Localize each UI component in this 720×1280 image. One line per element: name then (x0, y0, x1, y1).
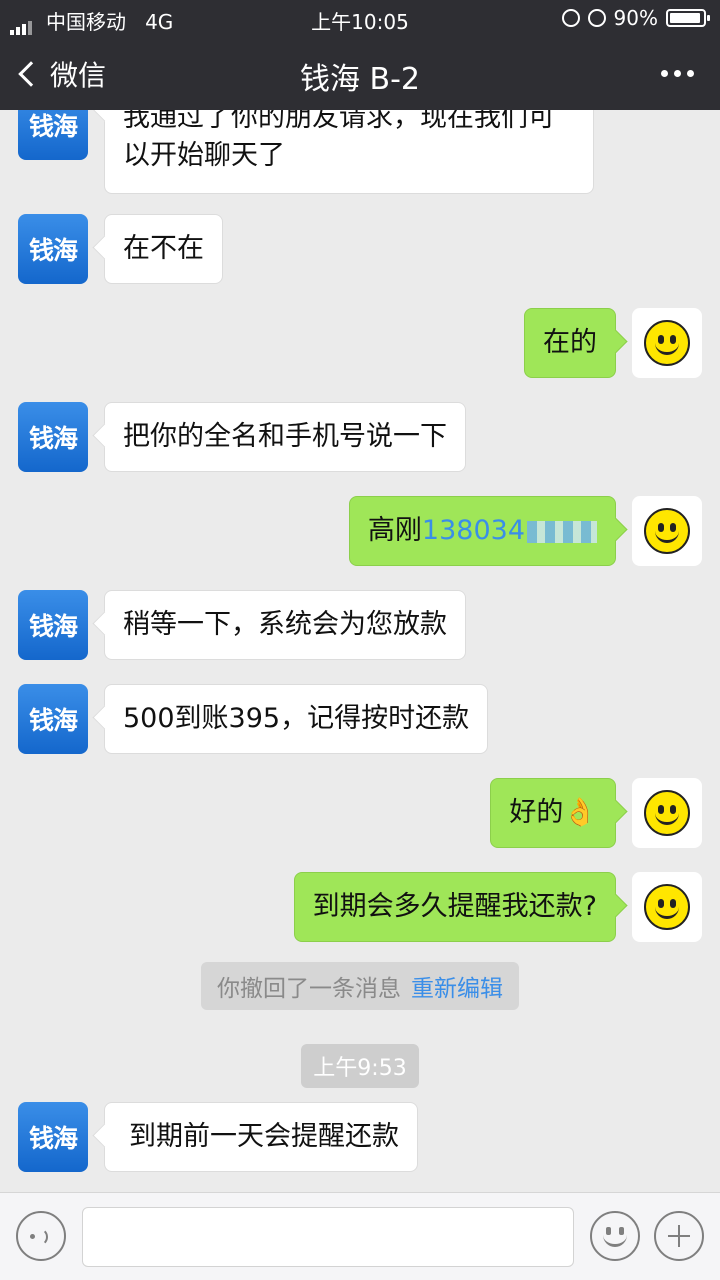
message-bubble[interactable]: 好的👌 (490, 778, 616, 848)
message-bubble[interactable]: 高刚138034 (348, 496, 616, 566)
rotation-lock-icon (561, 9, 580, 27)
smiley-face-icon (644, 508, 690, 554)
phone-link[interactable]: 138034 (422, 515, 525, 546)
chat-area[interactable]: 钱海 我通过了你的朋友请求，现在我们可以开始聊天了 钱海 在不在 在的 钱海 把… (0, 110, 720, 1192)
contact-avatar[interactable]: 钱海 (18, 590, 88, 660)
message-bubble[interactable]: 在的 (524, 308, 616, 378)
re-edit-link[interactable]: 重新编辑 (411, 976, 503, 1002)
contact-avatar[interactable]: 钱海 (18, 1102, 88, 1172)
battery-icon (666, 9, 710, 27)
my-avatar[interactable] (632, 778, 702, 848)
more-button[interactable] (661, 70, 694, 77)
voice-button[interactable] (16, 1211, 66, 1261)
nav-bar: 微信 钱海 B-2 (0, 36, 720, 110)
input-bar (0, 1192, 720, 1280)
recall-text: 你撤回了一条消息 (217, 976, 401, 1002)
contact-avatar[interactable]: 钱海 (18, 684, 88, 754)
chat-title: 钱海 B-2 (299, 62, 421, 97)
battery-percent: 90% (613, 6, 658, 30)
timestamp: 上午9:53 (0, 1044, 720, 1088)
message-bubble[interactable]: 到期会多久提醒我还款? (293, 872, 616, 942)
smiley-face-icon (644, 884, 690, 930)
alarm-icon (587, 9, 606, 27)
my-avatar[interactable] (632, 872, 702, 942)
recall-notice: 你撤回了一条消息 重新编辑 (0, 962, 720, 1010)
contact-avatar[interactable]: 钱海 (18, 110, 88, 160)
message-bubble[interactable]: 在不在 (104, 214, 223, 284)
status-bar: 中国移动 4G 上午10:05 90% (0, 0, 720, 36)
smiley-face-icon (644, 320, 690, 366)
sender-name: 高刚 (367, 515, 422, 546)
add-button[interactable] (654, 1211, 704, 1261)
redacted-block (527, 520, 597, 543)
smiley-face-icon (644, 790, 690, 836)
emoji-button[interactable] (590, 1211, 640, 1261)
contact-avatar[interactable]: 钱海 (18, 402, 88, 472)
message-bubble[interactable]: 500到账395，记得按时还款 (104, 684, 489, 754)
message-bubble[interactable]: 把你的全名和手机号说一下 (104, 402, 466, 472)
contact-avatar[interactable]: 钱海 (18, 214, 88, 284)
message-input[interactable] (82, 1207, 574, 1267)
message-bubble[interactable]: 稍等一下，系统会为您放款 (104, 590, 466, 660)
more-dots-icon (661, 70, 668, 77)
message-bubble[interactable]: 我通过了你的朋友请求，现在我们可以开始聊天了 (104, 110, 594, 194)
my-avatar[interactable] (632, 308, 702, 378)
message-bubble[interactable]: 到期前一天会提醒还款 (104, 1102, 418, 1172)
my-avatar[interactable] (632, 496, 702, 566)
